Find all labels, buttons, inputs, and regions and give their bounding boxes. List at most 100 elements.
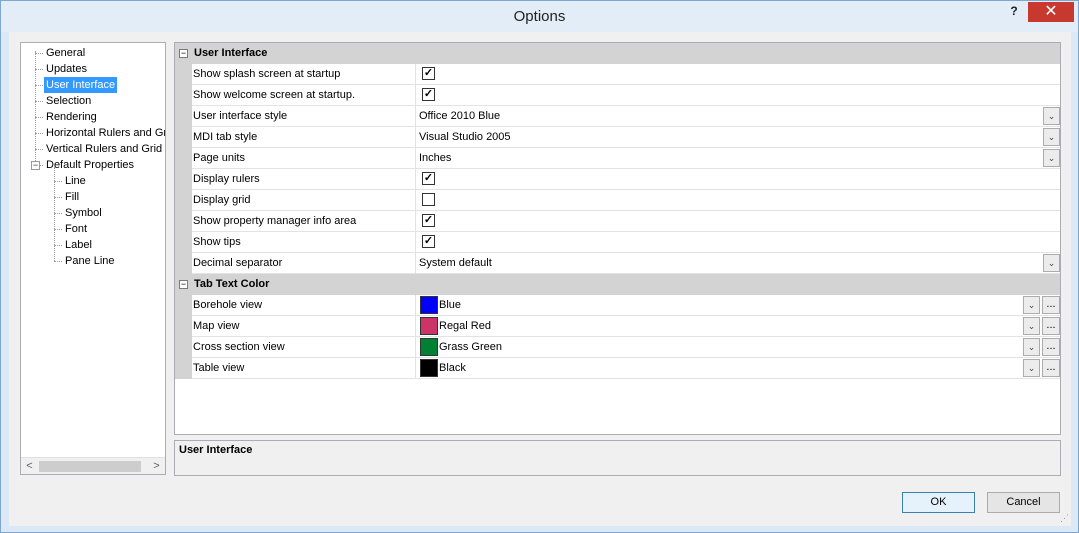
checkbox[interactable] <box>422 193 435 206</box>
collapse-icon[interactable]: − <box>179 49 188 58</box>
property-value[interactable]: Black ⌄... <box>417 358 1060 378</box>
close-icon: ✕ <box>1044 3 1058 20</box>
tree-connector <box>35 117 43 118</box>
tree-connector <box>54 229 62 230</box>
property-value[interactable]: Visual Studio 2005 ⌄ <box>417 127 1060 147</box>
property-row[interactable]: Table view Black ⌄... <box>192 358 1060 379</box>
ellipsis-button[interactable]: ... <box>1042 296 1060 314</box>
property-value[interactable]: ✓ <box>417 169 1060 189</box>
property-value[interactable]: Office 2010 Blue ⌄ <box>417 106 1060 126</box>
tree-item-horizontal-rulers-and-gri[interactable]: Horizontal Rulers and Gri <box>44 125 165 141</box>
dropdown-value: Office 2010 Blue <box>419 110 501 122</box>
checkbox[interactable]: ✓ <box>422 172 435 185</box>
property-row[interactable]: Decimal separator System default ⌄ <box>192 253 1060 274</box>
property-value[interactable]: Blue ⌄... <box>417 295 1060 315</box>
collapse-icon[interactable]: − <box>31 161 40 170</box>
property-value[interactable]: Inches ⌄ <box>417 148 1060 168</box>
options-window: Options ? ✕ < > General Updates User Inter… <box>0 0 1079 533</box>
tree-item-symbol[interactable]: Symbol <box>63 205 104 221</box>
ok-button[interactable]: OK <box>902 492 975 513</box>
category-header[interactable]: − Tab Text Color <box>175 274 1060 295</box>
property-name: Cross section view <box>192 337 416 357</box>
chevron-down-icon[interactable]: ⌄ <box>1043 149 1060 167</box>
chevron-down-icon[interactable]: ⌄ <box>1023 359 1040 377</box>
property-row[interactable]: Cross section view Grass Green ⌄... <box>192 337 1060 358</box>
title-bar: Options ? ✕ <box>1 1 1078 32</box>
ellipsis-button[interactable]: ... <box>1042 317 1060 335</box>
chevron-down-icon[interactable]: ⌄ <box>1023 317 1040 335</box>
scroll-left-icon[interactable]: < <box>21 458 38 474</box>
property-value[interactable]: ✓ <box>417 85 1060 105</box>
property-name: Display rulers <box>192 169 416 189</box>
resize-grip-icon[interactable]: ⋰ <box>1060 513 1069 524</box>
property-value[interactable]: System default ⌄ <box>417 253 1060 273</box>
tree-item-label[interactable]: Label <box>63 237 94 253</box>
tree-item-pane-line[interactable]: Pane Line <box>63 253 117 269</box>
tree-connector <box>35 101 43 102</box>
ellipsis-button[interactable]: ... <box>1042 338 1060 356</box>
property-name: Table view <box>192 358 416 378</box>
chevron-down-icon[interactable]: ⌄ <box>1043 107 1060 125</box>
chevron-down-icon[interactable]: ⌄ <box>1023 338 1040 356</box>
dialog-body: < > General Updates User Interface Selectio… <box>9 32 1071 526</box>
dropdown-value: Inches <box>419 152 452 164</box>
checkbox[interactable]: ✓ <box>422 235 435 248</box>
category-tree[interactable]: < > General Updates User Interface Selectio… <box>20 42 166 475</box>
property-name: Display grid <box>192 190 416 210</box>
property-row[interactable]: Show property manager info area ✓ <box>192 211 1060 232</box>
tree-item-updates[interactable]: Updates <box>44 61 89 77</box>
property-value[interactable]: Regal Red ⌄... <box>417 316 1060 336</box>
color-name: Grass Green <box>439 341 502 353</box>
chevron-down-icon[interactable]: ⌄ <box>1043 128 1060 146</box>
tree-item-vertical-rulers-and-grid[interactable]: Vertical Rulers and Grid <box>44 141 164 157</box>
ellipsis-button[interactable]: ... <box>1042 359 1060 377</box>
scroll-thumb[interactable] <box>39 461 141 472</box>
category-label: Tab Text Color <box>194 278 270 290</box>
property-row[interactable]: Borehole view Blue ⌄... <box>192 295 1060 316</box>
tree-connector <box>35 85 43 86</box>
tree-item-default-properties[interactable]: Default Properties <box>44 157 136 173</box>
collapse-icon[interactable]: − <box>179 280 188 289</box>
property-row[interactable]: Display rulers ✓ <box>192 169 1060 190</box>
help-button[interactable]: ? <box>1007 4 1021 20</box>
category-header[interactable]: − User Interface <box>175 43 1060 64</box>
tree-item-font[interactable]: Font <box>63 221 89 237</box>
cancel-button[interactable]: Cancel <box>987 492 1060 513</box>
property-row[interactable]: Display grid <box>192 190 1060 211</box>
tree-connector <box>54 213 62 214</box>
checkbox[interactable]: ✓ <box>422 67 435 80</box>
tree-item-rendering[interactable]: Rendering <box>44 109 99 125</box>
checkbox[interactable]: ✓ <box>422 88 435 101</box>
tree-item-general[interactable]: General <box>44 45 87 61</box>
property-value[interactable]: ✓ <box>417 232 1060 252</box>
property-row[interactable]: Map view Regal Red ⌄... <box>192 316 1060 337</box>
chevron-down-icon[interactable]: ⌄ <box>1043 254 1060 272</box>
property-row[interactable]: User interface style Office 2010 Blue ⌄ <box>192 106 1060 127</box>
close-button[interactable]: ✕ <box>1028 2 1074 22</box>
tree-item-fill[interactable]: Fill <box>63 189 81 205</box>
property-value[interactable]: Grass Green ⌄... <box>417 337 1060 357</box>
property-row[interactable]: MDI tab style Visual Studio 2005 ⌄ <box>192 127 1060 148</box>
property-grid: − User Interface Show splash screen at sta… <box>174 42 1061 435</box>
category-label: User Interface <box>194 47 268 59</box>
property-row[interactable]: Page units Inches ⌄ <box>192 148 1060 169</box>
row-gutter <box>175 295 192 379</box>
tree-item-user-interface[interactable]: User Interface <box>44 77 118 93</box>
property-row[interactable]: Show tips ✓ <box>192 232 1060 253</box>
chevron-down-icon[interactable]: ⌄ <box>1023 296 1040 314</box>
property-row[interactable]: Show splash screen at startup ✓ <box>192 64 1060 85</box>
color-swatch <box>420 338 438 356</box>
scroll-right-icon[interactable]: > <box>148 458 165 474</box>
property-value[interactable]: ✓ <box>417 211 1060 231</box>
checkbox[interactable]: ✓ <box>422 214 435 227</box>
tree-item-line[interactable]: Line <box>63 173 88 189</box>
property-row[interactable]: Show welcome screen at startup. ✓ <box>192 85 1060 106</box>
property-value[interactable] <box>417 190 1060 210</box>
tree-connector <box>35 53 43 54</box>
property-name: Borehole view <box>192 295 416 315</box>
tree-item-selection[interactable]: Selection <box>44 93 93 109</box>
tree-connector <box>35 133 43 134</box>
tree-connector <box>54 197 62 198</box>
tree-horizontal-scrollbar[interactable]: < > <box>21 457 165 474</box>
property-value[interactable]: ✓ <box>417 64 1060 84</box>
